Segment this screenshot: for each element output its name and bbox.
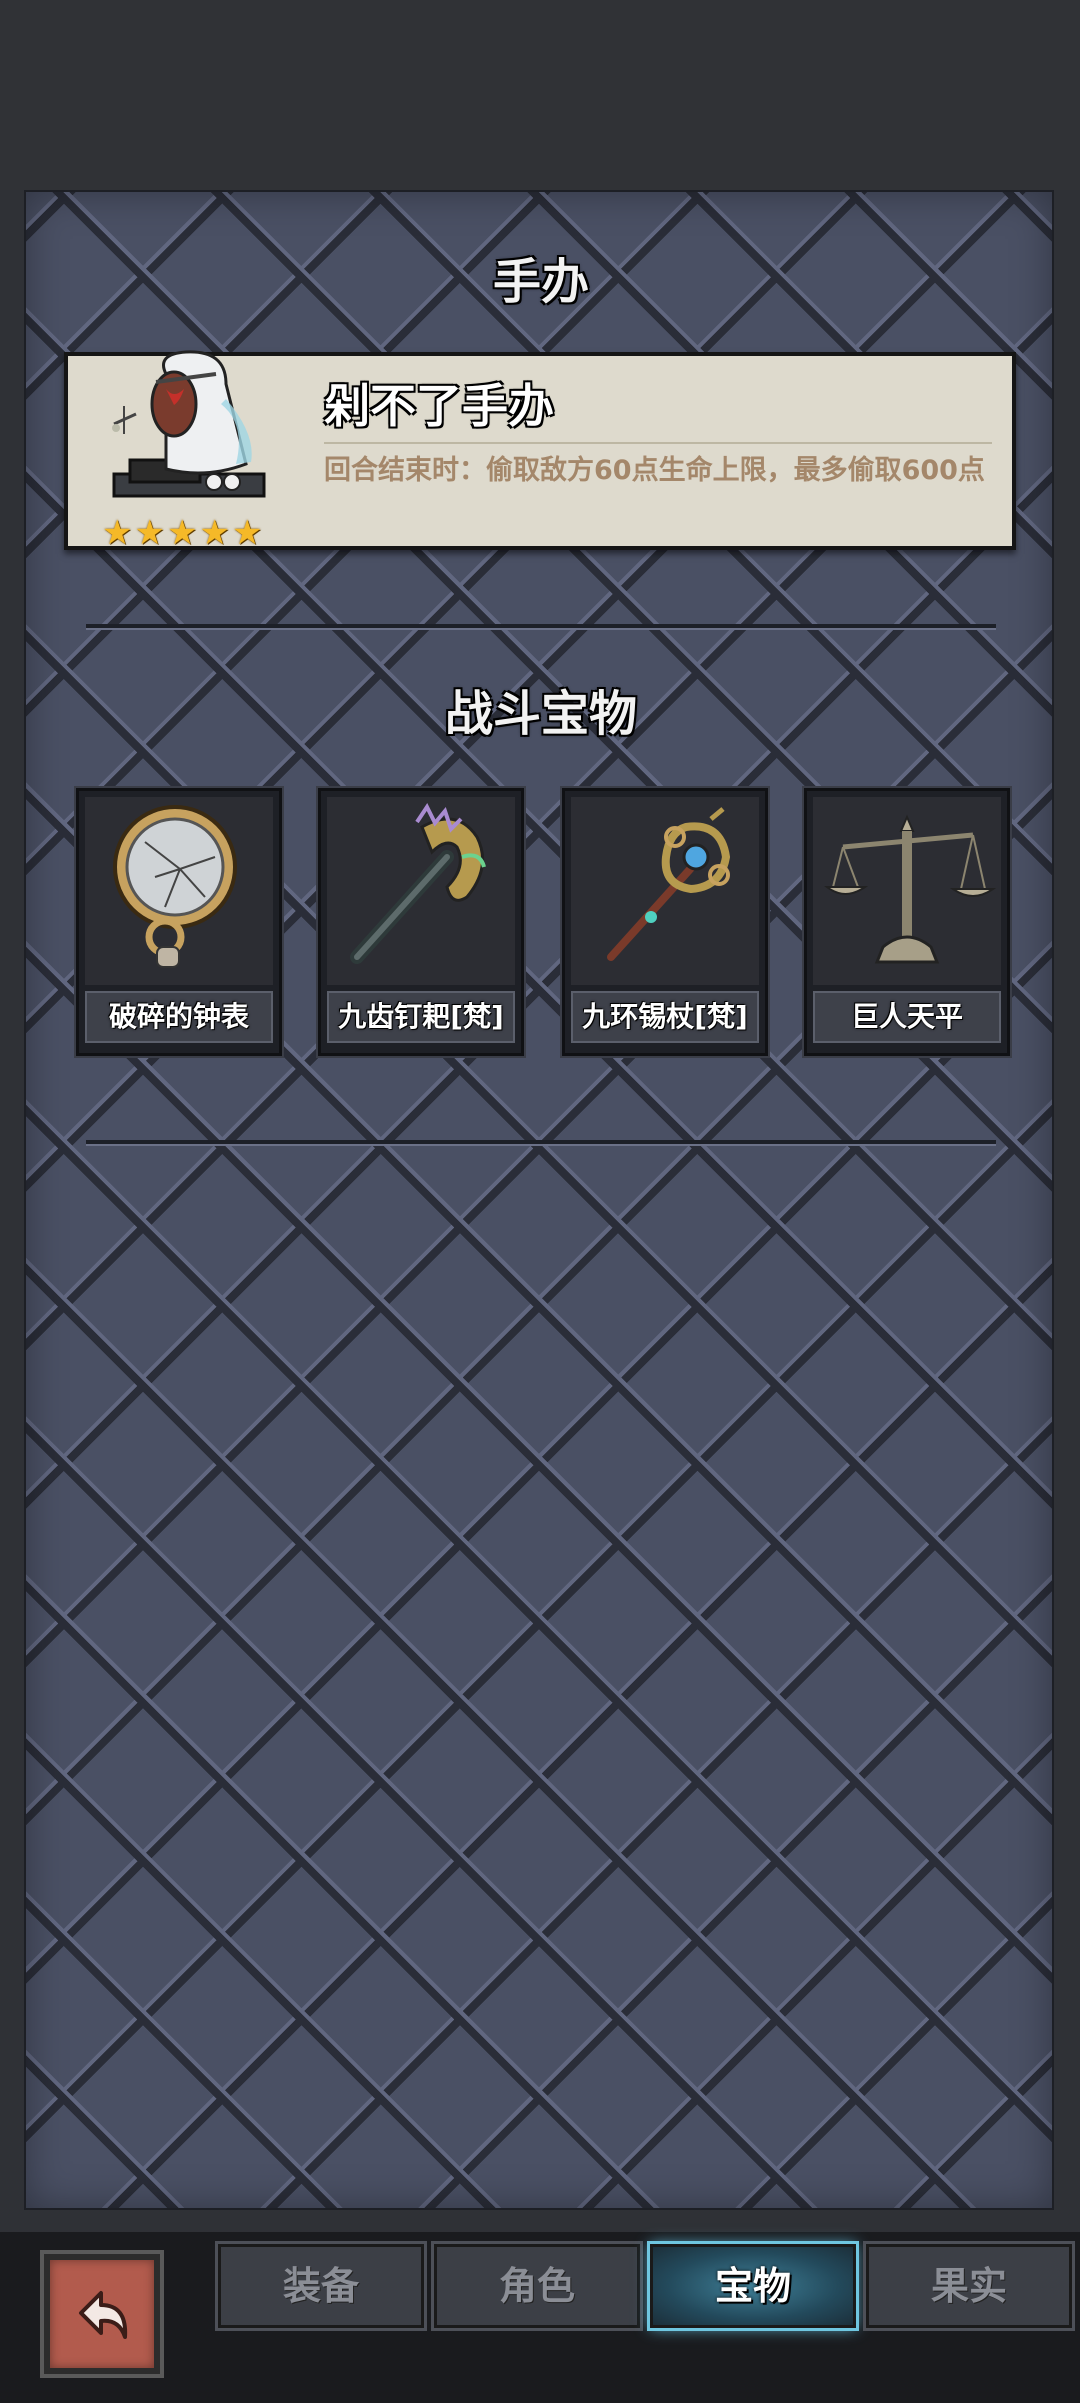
star-icon: ★ bbox=[134, 513, 165, 553]
tab-equipment[interactable]: 装备 bbox=[218, 2244, 424, 2328]
section-divider bbox=[86, 1140, 996, 1144]
treasure-item[interactable]: 九齿钉耙[梵] bbox=[318, 788, 524, 1056]
treasure-item[interactable]: 破碎的钟表 bbox=[76, 788, 282, 1056]
card-divider bbox=[324, 442, 992, 444]
broken-pocket-watch-icon bbox=[85, 797, 273, 985]
star-icon: ★ bbox=[102, 513, 133, 553]
nine-ring-staff-icon bbox=[571, 797, 759, 985]
tab-character[interactable]: 角色 bbox=[434, 2244, 640, 2328]
treasure-name: 九环锡杖[梵] bbox=[571, 991, 759, 1043]
collection-panel: 手办 ★ ★ ★ ★ ★ 剁不了手办 回合结束时：偷取敌方60点生命上限，最多偷… bbox=[24, 190, 1054, 2210]
nine-tooth-rake-icon bbox=[327, 797, 515, 985]
treasure-item[interactable]: 九环锡杖[梵] bbox=[562, 788, 768, 1056]
treasure-item[interactable]: 巨人天平 bbox=[804, 788, 1010, 1056]
star-rating: ★ ★ ★ ★ ★ bbox=[102, 516, 262, 550]
star-icon: ★ bbox=[231, 513, 263, 553]
treasure-name: 破碎的钟表 bbox=[85, 991, 273, 1043]
back-arrow-icon bbox=[79, 2291, 128, 2339]
star-icon: ★ bbox=[199, 513, 230, 553]
treasure-name: 九齿钉耙[梵] bbox=[327, 991, 515, 1043]
treasure-section-title: 战斗宝物 bbox=[444, 686, 637, 742]
tab-treasure[interactable]: 宝物 bbox=[650, 2244, 856, 2328]
star-icon: ★ bbox=[166, 513, 198, 553]
tab-fruit[interactable]: 果实 bbox=[866, 2244, 1072, 2328]
giant-balance-scale-icon bbox=[813, 797, 1001, 985]
status-bar-area bbox=[0, 0, 1080, 190]
section-divider bbox=[86, 624, 996, 628]
treasure-name: 巨人天平 bbox=[813, 991, 1001, 1043]
figure-description: 回合结束时：偷取敌方60点生命上限，最多偷取600点 bbox=[324, 455, 985, 486]
figure-section-title: 手办 bbox=[492, 254, 589, 310]
treasure-grid: 破碎的钟表 九齿钉耙[梵] 九环锡杖[梵] 巨人天平 bbox=[76, 788, 1010, 1056]
back-button[interactable] bbox=[44, 2254, 160, 2374]
bottom-nav-bar: 装备 角色 宝物 果实 bbox=[0, 2232, 1080, 2403]
figure-card[interactable]: ★ ★ ★ ★ ★ 剁不了手办 回合结束时：偷取敌方60点生命上限，最多偷取60… bbox=[64, 350, 1016, 550]
figure-name: 剁不了手办 bbox=[324, 379, 554, 433]
